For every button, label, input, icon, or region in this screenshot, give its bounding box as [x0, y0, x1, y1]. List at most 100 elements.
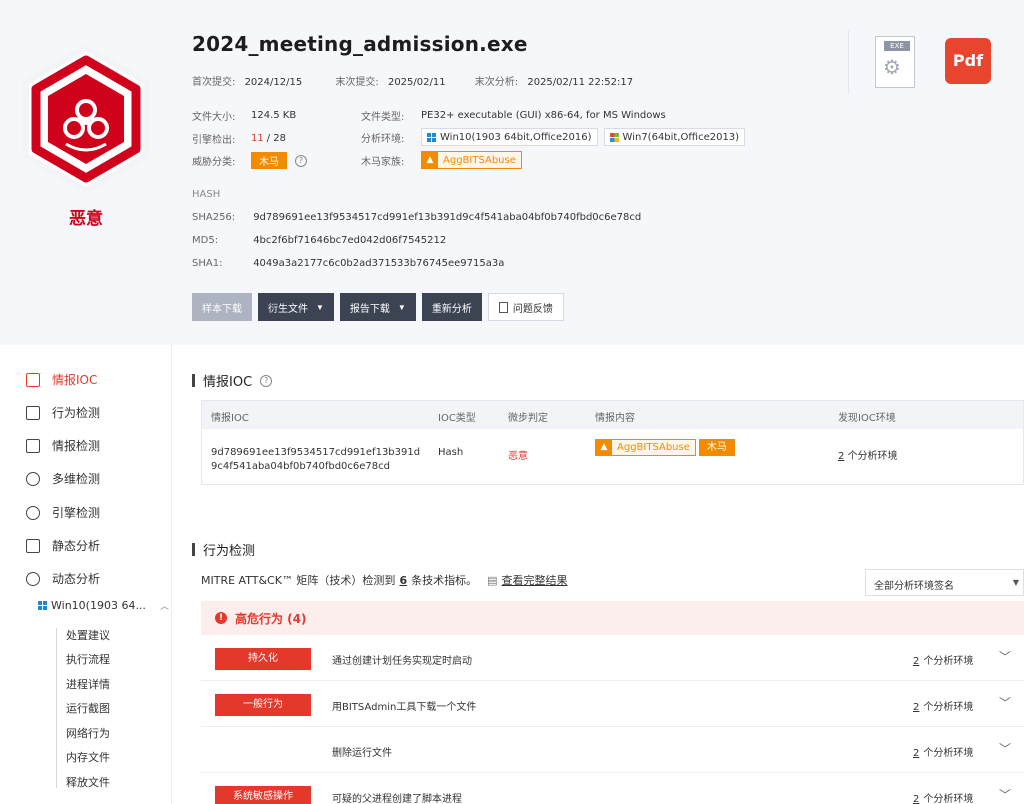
exe-caption: EXE: [884, 41, 910, 51]
behavior-row[interactable]: 系统敏感操作 可疑的父进程创建了脚本进程 2 个分析环境 ﹀: [201, 773, 1024, 804]
help-icon[interactable]: ?: [295, 154, 307, 167]
sidebar-item-label: 情报IOC: [52, 373, 98, 387]
column-header: 情报内容: [595, 413, 635, 424]
behavior-env-text: 个分析环境: [923, 748, 974, 759]
ioc-section-title: 情报IOC ?: [192, 371, 273, 390]
md5-row: MD5: 4bc2f6bf71646bc7ed042d06f7545212: [192, 235, 446, 246]
windows10-icon: [38, 601, 47, 610]
sidebar-item-engine[interactable]: 引擎检测: [26, 504, 100, 521]
behavior-env-count[interactable]: 2: [913, 656, 919, 667]
behavior-env-text: 个分析环境: [923, 794, 974, 804]
chevron-down-icon[interactable]: ﹀: [999, 648, 1011, 665]
env-tag-win10[interactable]: Win10(1903 64bit,Office2016): [421, 128, 598, 146]
high-risk-banner[interactable]: ! 高危行为 (4): [201, 601, 1024, 635]
sidebar-tree-item[interactable]: 进程详情: [66, 676, 110, 692]
env-tag-win7[interactable]: Win7(64bit,Office2013): [603, 128, 746, 146]
behavior-row[interactable]: 一般行为 用BITSAdmin工具下载一个文件 2 个分析环境 ﹀: [201, 681, 1024, 727]
feedback-button[interactable]: 问题反馈: [487, 293, 564, 321]
chevron-down-icon: ▼: [397, 302, 406, 312]
env-signature-select[interactable]: 全部分析环境签名 ▼: [865, 569, 1024, 596]
ioc-env[interactable]: 2 个分析环境: [838, 447, 898, 462]
sidebar-item-label: 动态分析: [52, 572, 101, 586]
trojan-family-icon: ▲: [596, 440, 612, 455]
ioc-value-line[interactable]: 9d789691ee13f9534517cd991ef13b391d: [211, 447, 420, 458]
mitre-count: 6: [399, 573, 408, 587]
cloud-search-icon: [26, 471, 40, 486]
sidebar-tree-item[interactable]: 处置建议: [66, 627, 110, 643]
family-tag[interactable]: ▲ AggBITSAbuse: [595, 439, 696, 456]
ioc-title: 情报IOC: [203, 375, 253, 390]
last-analysis-label: 末次分析:: [474, 77, 519, 88]
md5-label: MD5:: [192, 235, 219, 246]
behavior-row[interactable]: 删除运行文件 2 个分析环境 ﹀: [201, 727, 1024, 773]
report-download-button[interactable]: 报告下载 ▼: [339, 293, 416, 321]
file-type-row: 文件类型: PE32+ executable (GUI) x86-64, for…: [361, 108, 666, 123]
sidebar-tree-item[interactable]: 释放文件: [66, 774, 110, 790]
sidebar-tree-item[interactable]: 内存文件: [66, 749, 110, 765]
ioc-value-line[interactable]: 9c4f541aba04bf0b740fbd0c6e78cd: [211, 461, 390, 472]
mitre-summary: MITRE ATT&CK™ 矩阵（技术）检测到 6 条技术指标。 ▤ 查看完整结…: [201, 572, 568, 588]
column-header: 情报IOC: [211, 413, 249, 424]
alert-icon: !: [215, 612, 227, 624]
behavior-env-count[interactable]: 2: [913, 794, 919, 804]
sidebar-item-static[interactable]: 静态分析: [26, 537, 100, 554]
behavior-env: 2 个分析环境: [913, 744, 973, 759]
ioc-table-header: 情报IOC IOC类型 微步判定 情报内容 发现IOC环境: [202, 401, 1023, 429]
document-list-icon: [26, 538, 40, 553]
sidebar-item-behavior[interactable]: 行为检测: [26, 404, 100, 421]
action-buttons: 样本下载 衍生文件 ▼ 报告下载 ▼ 重新分析 问题反馈: [192, 293, 570, 321]
chevron-up-icon: ︿: [159, 602, 169, 612]
threat-tag[interactable]: 木马: [698, 439, 735, 456]
biohazard-hexagon-icon: [23, 44, 149, 194]
sha256-row: SHA256: 9d789691ee13f9534517cd991ef13b39…: [192, 212, 641, 223]
derived-files-button[interactable]: 衍生文件 ▼: [258, 293, 334, 321]
pdf-report-icon[interactable]: Pdf: [945, 38, 991, 84]
chevron-down-icon[interactable]: ﹀: [999, 694, 1011, 711]
mitre-suffix: 条技术指标。: [411, 574, 478, 587]
chevron-down-icon[interactable]: ﹀: [999, 740, 1011, 757]
sidebar-env-win10[interactable]: Win10(1903 64... ︿: [38, 599, 169, 612]
engine-label: 引擎检出:: [192, 135, 236, 146]
behavior-env: 2 个分析环境: [913, 698, 973, 713]
report-download-label: 报告下载: [349, 303, 390, 315]
behavior-description: 可疑的父进程创建了脚本进程: [332, 794, 462, 804]
engine-icon: [26, 505, 40, 520]
reanalyze-button[interactable]: 重新分析: [421, 293, 482, 321]
md5-value[interactable]: 4bc2f6bf71646bc7ed042d06f7545212: [253, 235, 446, 246]
sidebar-tree-item[interactable]: 网络行为: [66, 725, 110, 741]
behavior-env-text: 个分析环境: [923, 656, 974, 667]
exe-file-icon: EXE ⚙: [875, 36, 915, 88]
sha256-value[interactable]: 9d789691ee13f9534517cd991ef13b391d9c4f54…: [253, 212, 641, 223]
family-tag-label: AggBITSAbuse: [617, 442, 690, 453]
gear-icon: ⚙: [883, 55, 901, 79]
behavior-section-title: 行为检测: [192, 540, 255, 559]
chevron-down-icon[interactable]: ﹀: [999, 786, 1011, 803]
sidebar-item-intel[interactable]: 情报检测: [26, 437, 100, 454]
sidebar-item-label: 情报检测: [52, 439, 101, 453]
last-analysis-value: 2025/02/11 22:52:17: [527, 77, 634, 88]
ioc-intel-tags: ▲ AggBITSAbuse 木马: [595, 439, 735, 456]
sidebar-tree-item[interactable]: 运行截图: [66, 700, 110, 716]
behavior-description: 删除运行文件: [332, 748, 392, 759]
sidebar-tree-item[interactable]: 执行流程: [66, 651, 110, 667]
behavior-env-count[interactable]: 2: [913, 702, 919, 713]
sidebar-item-ioc[interactable]: 情报IOC: [26, 371, 97, 388]
threat-tag[interactable]: 木马: [251, 152, 287, 169]
view-full-results-link[interactable]: 查看完整结果: [502, 572, 568, 588]
behavior-env-count[interactable]: 2: [913, 748, 919, 759]
file-size-label: 文件大小:: [192, 112, 236, 123]
behavior-row[interactable]: 持久化 通过创建计划任务实现定时启动 2 个分析环境 ﹀: [201, 635, 1024, 681]
ioc-env-count[interactable]: 2: [838, 451, 844, 462]
behavior-description: 通过创建计划任务实现定时启动: [332, 656, 472, 667]
file-size-value: 124.5 KB: [251, 110, 297, 121]
sha1-row: SHA1: 4049a3a2177c6c0b2ad371533b76745ee9…: [192, 258, 504, 269]
sidebar-item-dynamic[interactable]: 动态分析: [26, 570, 100, 587]
windows7-icon: [609, 132, 619, 142]
feedback-icon: [498, 301, 508, 313]
download-sample-button[interactable]: 样本下载: [192, 293, 252, 321]
help-icon[interactable]: ?: [260, 374, 273, 387]
hash-title: HASH: [192, 189, 221, 200]
sidebar-item-multi[interactable]: 多维检测: [26, 470, 100, 487]
sha1-value[interactable]: 4049a3a2177c6c0b2ad371533b76745ee9715a3a: [253, 258, 504, 269]
family-tag[interactable]: ▲ AggBITSAbuse: [421, 151, 522, 169]
